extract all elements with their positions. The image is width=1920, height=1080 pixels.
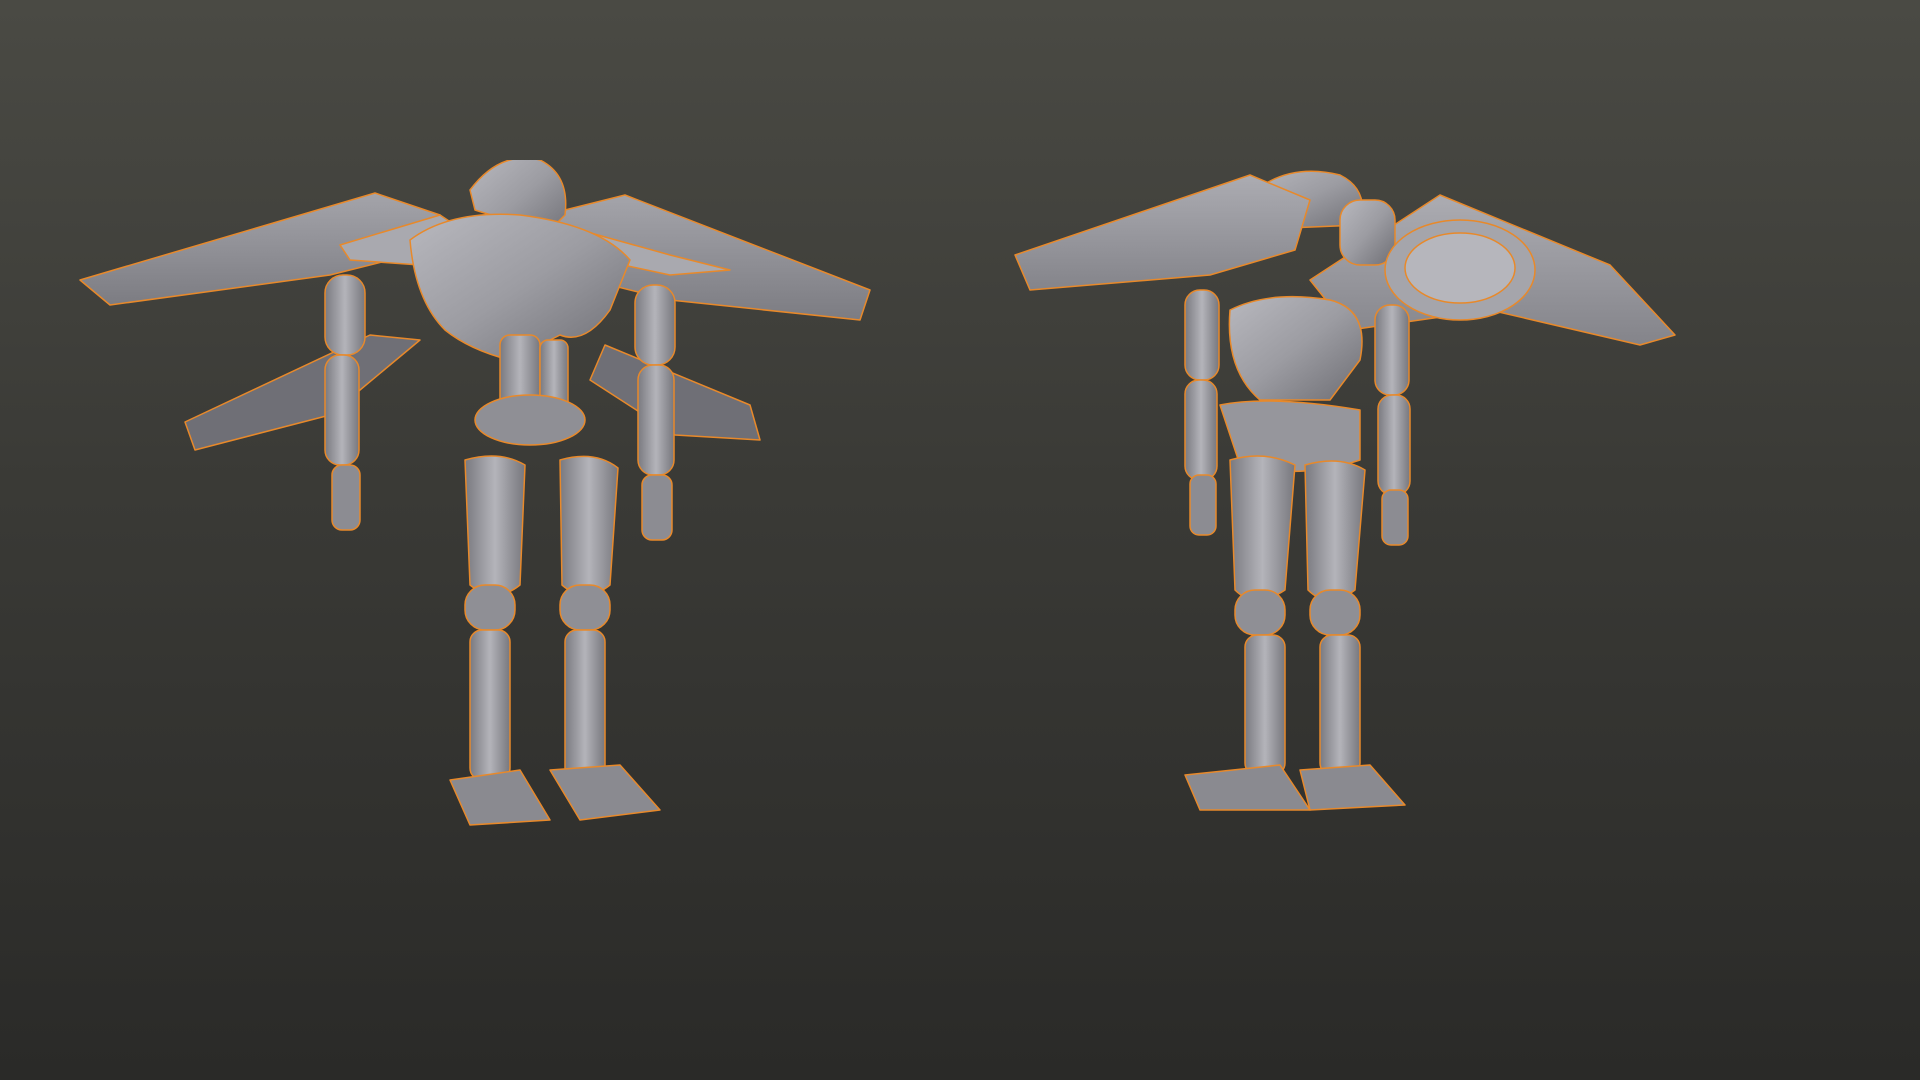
robot-model-front-view[interactable] [70, 160, 930, 1000]
3d-viewport[interactable] [0, 0, 1920, 1080]
robot-model-back-view[interactable] [1010, 170, 1840, 1000]
robot-front-mesh [79, 160, 871, 826]
robot-back-mesh [1014, 170, 1676, 811]
